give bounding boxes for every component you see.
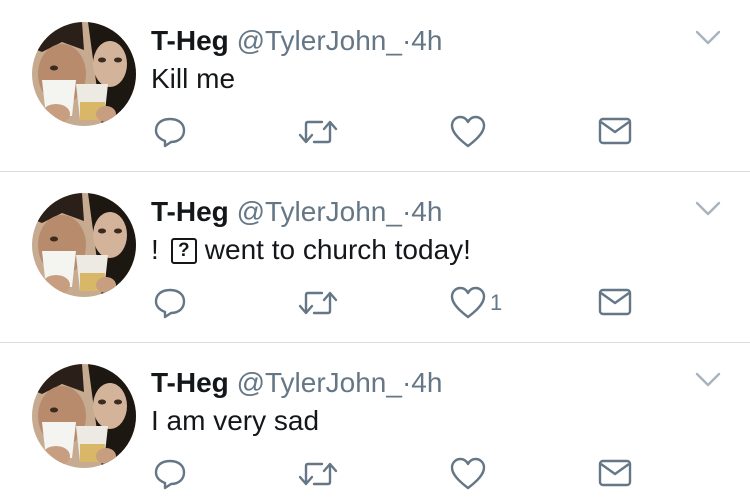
display-name[interactable]: T-Heg [151, 25, 229, 56]
reply-icon [154, 288, 186, 319]
direct-message-button[interactable] [598, 115, 632, 147]
chevron-down-icon[interactable] [695, 201, 721, 217]
heart-icon [450, 286, 486, 319]
direct-message-button[interactable] [598, 457, 632, 489]
like-button[interactable]: 1 [450, 286, 502, 320]
avatar[interactable] [32, 364, 136, 468]
timestamp[interactable]: 4h [411, 196, 442, 227]
display-name[interactable]: T-Heg [151, 196, 229, 227]
envelope-icon [598, 459, 632, 487]
chevron-down-icon[interactable] [695, 372, 721, 388]
like-button[interactable] [450, 115, 490, 149]
tweet-text: I am very sad [151, 405, 320, 436]
unknown-glyph-box: ? [170, 238, 197, 264]
retweet-icon [298, 120, 338, 144]
user-handle[interactable]: @TylerJohn_ [237, 196, 402, 227]
tweet-feed: T-Heg @TylerJohn_·4h Kill me T-Heg @Tyle… [0, 0, 750, 504]
user-handle[interactable]: @TylerJohn_ [237, 367, 402, 398]
text-prefix: ! [151, 234, 159, 265]
text-body: went to church today! [204, 234, 471, 265]
envelope-icon [598, 288, 632, 316]
avatar[interactable] [32, 193, 136, 297]
separator-dot: · [401, 25, 412, 56]
retweet-button[interactable] [298, 286, 338, 320]
tweet[interactable]: T-Heg @TylerJohn_·4h Kill me [0, 0, 750, 171]
tweet-header: T-Heg @TylerJohn_·4h [151, 195, 442, 229]
retweet-button[interactable] [298, 457, 338, 491]
retweet-button[interactable] [298, 115, 338, 149]
retweet-icon [298, 291, 338, 315]
separator-dot: · [401, 196, 412, 227]
heart-icon [450, 457, 486, 490]
avatar[interactable] [32, 22, 136, 126]
envelope-icon [598, 117, 632, 145]
reply-icon [154, 117, 186, 148]
separator-dot: · [401, 367, 412, 398]
timestamp[interactable]: 4h [411, 25, 442, 56]
reply-icon [154, 459, 186, 490]
like-button[interactable] [450, 457, 490, 491]
direct-message-button[interactable] [598, 286, 632, 318]
like-count: 1 [490, 290, 503, 315]
tweet-text: !? went to church today! [151, 233, 471, 267]
timestamp[interactable]: 4h [411, 367, 442, 398]
display-name[interactable]: T-Heg [151, 367, 229, 398]
heart-icon [450, 115, 486, 148]
reply-button[interactable] [153, 115, 187, 149]
tweet[interactable]: T-Heg @TylerJohn_·4h I am very sad [0, 342, 750, 504]
retweet-icon [298, 462, 338, 486]
tweet-text: Kill me [151, 63, 236, 94]
user-handle[interactable]: @TylerJohn_ [237, 25, 402, 56]
tweet-header: T-Heg @TylerJohn_·4h [151, 366, 442, 400]
tweet[interactable]: T-Heg @TylerJohn_·4h !? went to church to… [0, 171, 750, 342]
tweet-header: T-Heg @TylerJohn_·4h [151, 24, 442, 58]
reply-button[interactable] [153, 286, 187, 320]
chevron-down-icon[interactable] [695, 30, 721, 46]
reply-button[interactable] [153, 457, 187, 491]
